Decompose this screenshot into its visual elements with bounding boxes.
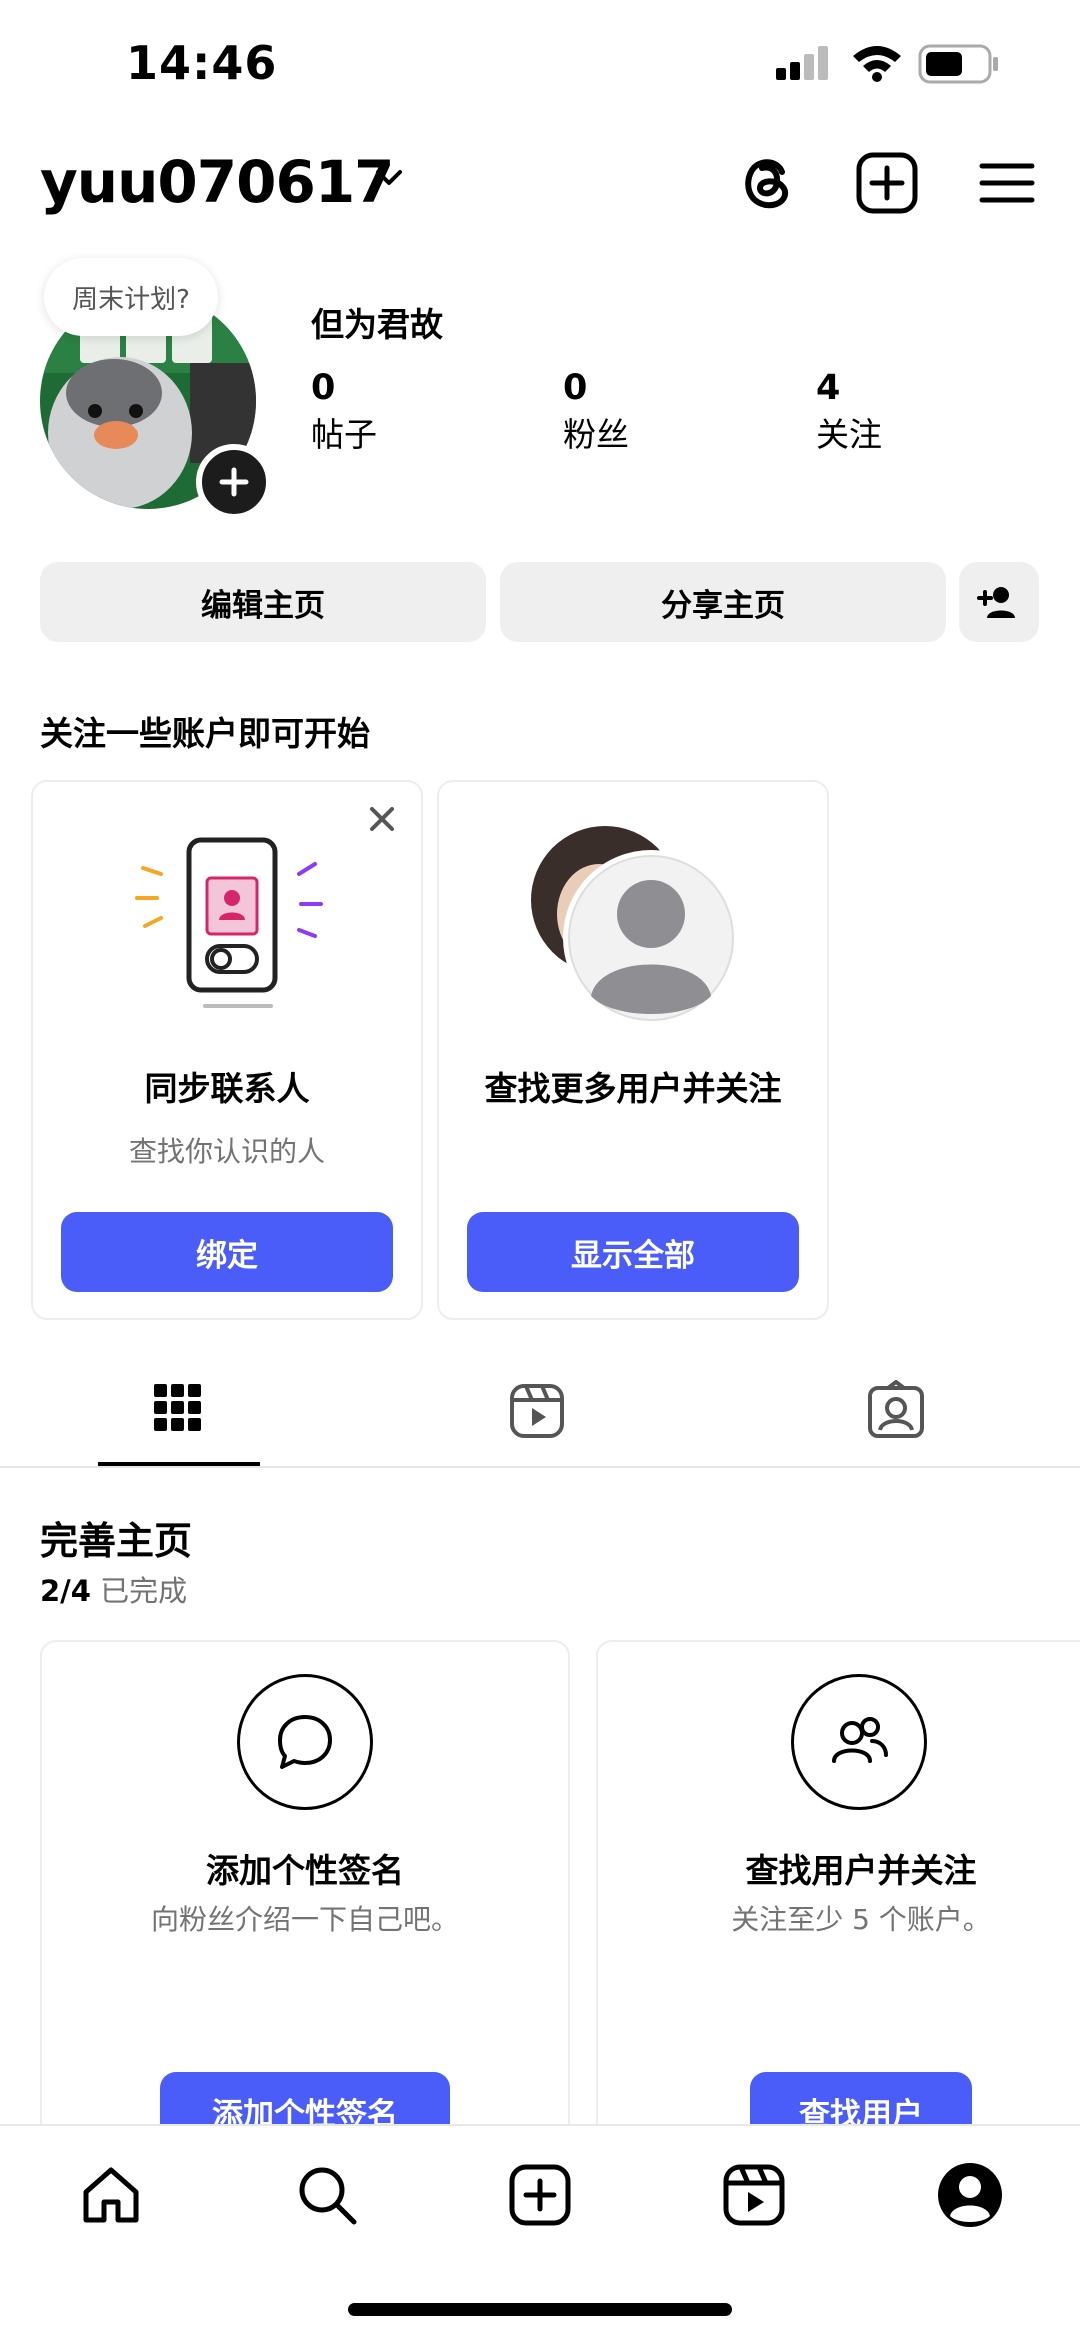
nav-profile[interactable] bbox=[935, 2160, 1005, 2230]
stat-value: 0 bbox=[563, 368, 588, 408]
create-post-icon[interactable] bbox=[852, 148, 922, 218]
close-icon[interactable] bbox=[367, 804, 397, 834]
find-people-card: 查找更多用户并关注 显示全部 bbox=[437, 780, 829, 1320]
see-all-button[interactable]: 显示全部 bbox=[467, 1212, 799, 1292]
profile-avatar-icon bbox=[938, 2163, 1002, 2227]
speech-bubble-icon bbox=[237, 1674, 373, 1810]
search-icon bbox=[299, 2167, 357, 2225]
add-story-button[interactable] bbox=[196, 444, 272, 520]
add-bio-card: 添加个性签名 向粉丝介绍一下自己吧。 添加个性签名 bbox=[40, 1640, 570, 2160]
discover-people-button[interactable] bbox=[959, 562, 1039, 642]
card-title: 查找更多用户并关注 bbox=[484, 1069, 782, 1108]
grid-icon bbox=[154, 1384, 201, 1431]
card-subtitle: 关注至少 5 个账户。 bbox=[731, 1903, 991, 1936]
reels-icon bbox=[723, 2164, 785, 2226]
threads-icon[interactable] bbox=[732, 148, 802, 218]
menu-icon[interactable] bbox=[972, 148, 1042, 218]
card-title: 添加个性签名 bbox=[206, 1851, 404, 1890]
card-subtitle: 向粉丝介绍一下自己吧。 bbox=[150, 1903, 459, 1936]
nav-home[interactable] bbox=[78, 2162, 144, 2228]
stat-label: 粉丝 bbox=[563, 415, 629, 454]
progress-suffix: 已完成 bbox=[100, 1574, 188, 1608]
tagged-icon bbox=[868, 1380, 924, 1438]
nav-create[interactable] bbox=[507, 2162, 573, 2228]
card-subtitle: 查找你认识的人 bbox=[128, 1135, 325, 1168]
stat-value: 0 bbox=[311, 368, 336, 408]
plus-square-icon bbox=[509, 2164, 571, 2226]
battery-icon bbox=[918, 44, 1000, 84]
display-name: 但为君故 bbox=[311, 305, 443, 344]
suggestions-title: 关注一些账户即可开始 bbox=[40, 714, 370, 753]
stat-label: 帖子 bbox=[311, 415, 377, 454]
complete-profile-title: 完善主页 bbox=[40, 1519, 193, 1563]
username[interactable]: yuu070617 bbox=[40, 148, 395, 216]
stat-following[interactable]: 4 关注 bbox=[816, 368, 882, 456]
tab-posts-grid[interactable] bbox=[152, 1382, 204, 1434]
home-indicator bbox=[348, 2303, 732, 2316]
add-person-icon bbox=[977, 587, 1015, 618]
note-bubble[interactable]: 周末计划? bbox=[44, 258, 218, 336]
stat-value: 4 bbox=[816, 368, 841, 408]
chevron-down-icon[interactable] bbox=[374, 168, 404, 190]
complete-profile-progress: 2/4 已完成 bbox=[40, 1568, 187, 1610]
card-title: 查找用户并关注 bbox=[745, 1851, 977, 1890]
tabs-divider bbox=[0, 1466, 1080, 1468]
cellular-signal-icon bbox=[776, 44, 838, 82]
edit-profile-button[interactable]: 编辑主页 bbox=[40, 562, 486, 642]
sync-contacts-card: 同步联系人 查找你认识的人 绑定 bbox=[31, 780, 423, 1320]
stat-posts[interactable]: 0 帖子 bbox=[311, 368, 377, 456]
share-profile-button[interactable]: 分享主页 bbox=[500, 562, 946, 642]
reels-icon bbox=[510, 1384, 564, 1438]
nav-search[interactable] bbox=[294, 2162, 360, 2228]
wifi-icon bbox=[851, 42, 903, 82]
people-icon bbox=[791, 1674, 927, 1810]
tab-reels[interactable] bbox=[508, 1382, 566, 1440]
find-users-card: 查找用户并关注 关注至少 5 个账户。 查找用户 bbox=[596, 1640, 1080, 2160]
nav-reels[interactable] bbox=[721, 2162, 787, 2228]
suggested-user-avatar bbox=[529, 814, 749, 1034]
status-time: 14:46 bbox=[126, 36, 278, 90]
contacts-phone-icon bbox=[131, 818, 331, 1008]
home-icon bbox=[83, 2167, 139, 2223]
connect-contacts-button[interactable]: 绑定 bbox=[61, 1212, 393, 1292]
stat-label: 关注 bbox=[816, 415, 882, 454]
progress-count: 2/4 bbox=[40, 1574, 91, 1608]
card-title: 同步联系人 bbox=[144, 1069, 310, 1108]
tab-tagged[interactable] bbox=[866, 1380, 926, 1440]
stat-followers[interactable]: 0 粉丝 bbox=[563, 368, 629, 456]
